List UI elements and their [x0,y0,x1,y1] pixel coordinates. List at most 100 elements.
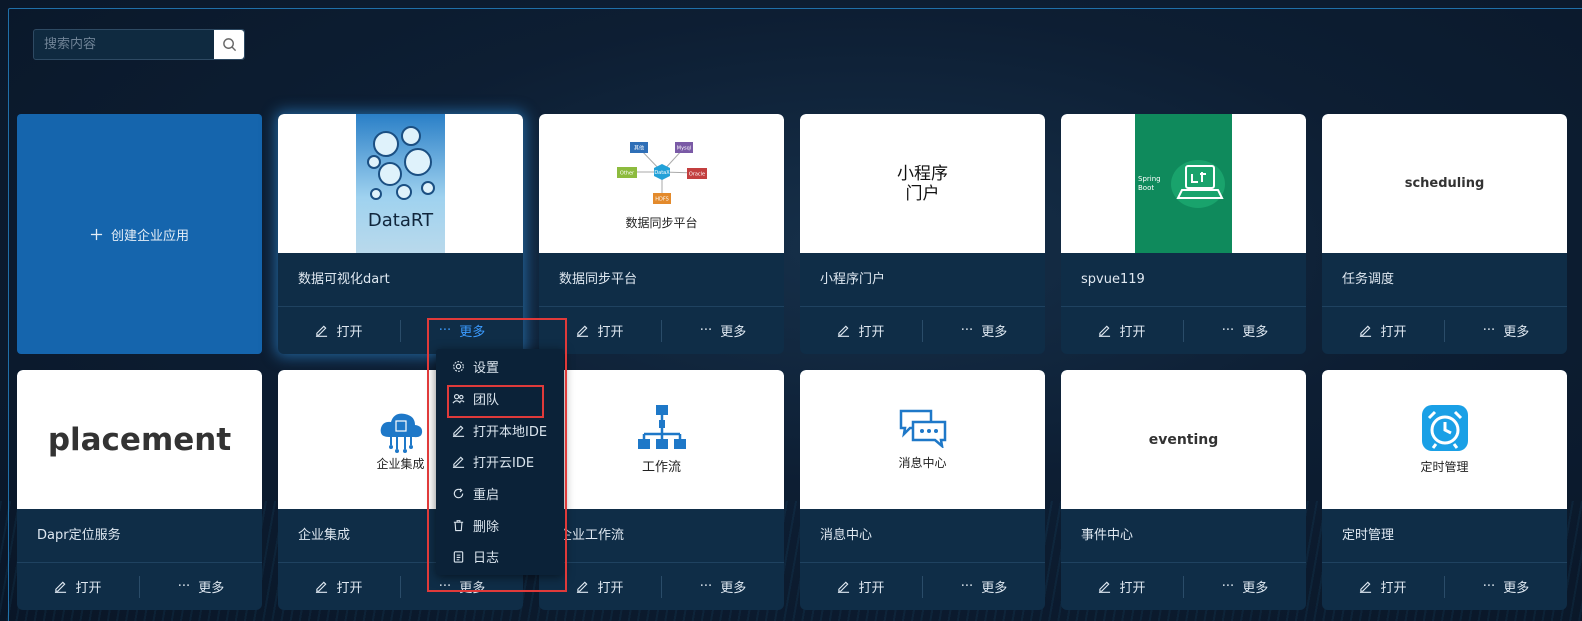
app-card-message: 消息中心 消息中心 打开 ··· 更多 [800,370,1045,610]
card-actions: 打开 ··· 更多 [539,563,784,610]
open-label: 打开 [1380,581,1407,596]
open-button[interactable]: 打开 [539,321,661,340]
card-actions: 打开 ··· 更多 [800,563,1045,610]
menu-item-restart[interactable]: 重启 [436,478,564,510]
menu-item-label: 重启 [473,488,500,504]
node-label: Mysql [676,146,690,152]
card-actions: 打开 ··· 更多 [1322,307,1567,354]
menu-item-team[interactable]: 团队 [436,383,564,415]
edit-icon [577,325,589,337]
menu-item-label: 日志 [473,551,500,567]
app-thumbnail: 小程序 门户 [800,114,1045,253]
thumb-line1: 小程序 [897,163,948,184]
open-button[interactable]: 打开 [800,577,922,596]
thumb-caption: 消息中心 [898,456,947,470]
chat-icon [899,409,946,448]
more-button[interactable]: ··· 更多 [400,575,523,598]
create-app-button[interactable]: 创建企业应用 [17,114,262,354]
open-label: 打开 [1119,325,1146,340]
open-button[interactable]: 打开 [800,321,922,340]
ellipsis-icon: ··· [1482,323,1496,338]
team-icon [452,393,465,404]
open-label: 打开 [336,581,363,596]
open-button[interactable]: 打开 [278,321,400,340]
more-button[interactable]: ··· 更多 [139,575,262,598]
open-label: 打开 [1380,325,1407,340]
more-label: 更多 [981,325,1008,340]
app-name: 数据同步平台 [539,253,784,307]
menu-item-log[interactable]: 日志 [436,541,564,573]
more-button[interactable]: ··· 更多 [1444,575,1567,598]
ellipsis-icon: ··· [1221,323,1235,338]
more-label: 更多 [720,325,747,340]
edit-icon [316,581,328,593]
app-card-scheduling: scheduling 任务调度 打开 ··· 更多 [1322,114,1567,354]
ellipsis-icon: ··· [1482,579,1496,594]
more-label: 更多 [459,581,486,596]
more-button[interactable]: ··· 更多 [922,319,1045,342]
thumb-line2: 门户 [905,183,940,204]
edit-icon [1360,325,1372,337]
more-button[interactable]: ··· 更多 [661,575,784,598]
open-button[interactable]: 打开 [1061,321,1183,340]
ellipsis-icon: ··· [177,579,191,594]
menu-item-label: 删除 [473,519,500,535]
card-actions: 打开 ··· 更多 [1061,563,1306,610]
card-actions: 打开 ··· 更多 [1322,563,1567,610]
ellipsis-icon: ··· [438,323,452,338]
search-button[interactable] [214,30,244,59]
open-label: 打开 [858,325,885,340]
more-label: 更多 [720,581,747,596]
node-label: HDFS [655,197,669,203]
card-actions: 打开 ··· 更多 [800,307,1045,354]
card-actions: 打开 ··· 更多 [1061,307,1306,354]
menu-item-label: 打开云IDE [473,456,535,472]
more-label: 更多 [198,581,225,596]
app-name: 定时管理 [1322,509,1567,563]
open-button[interactable]: 打开 [1322,577,1444,596]
app-thumbnail: scheduling [1322,114,1567,253]
card-actions: 打开 ··· 更多 [17,563,262,610]
more-button[interactable]: ··· 更多 [1183,319,1306,342]
more-button[interactable]: ··· 更多 [661,319,784,342]
thumb-caption: 数据同步平台 [625,216,698,230]
thumb-caption: 定时管理 [1420,460,1469,474]
more-button[interactable]: ··· 更多 [922,575,1045,598]
ellipsis-icon: ··· [699,579,713,594]
open-button[interactable]: 打开 [17,577,139,596]
search-box [33,29,245,60]
log-icon [453,551,464,564]
open-button[interactable]: 打开 [278,577,400,596]
app-name: spvue119 [1061,253,1306,307]
search-input[interactable] [34,30,214,59]
thumb-caption: 企业集成 [376,457,425,471]
more-button[interactable]: ··· 更多 [1444,319,1567,342]
app-thumbnail: 工作流 [539,370,784,509]
menu-item-open-local-ide[interactable]: 打开本地IDE [436,414,564,446]
more-button[interactable]: ··· 更多 [1183,575,1306,598]
datax-diagram: 其他 Mysql Other DataX Oracle HDFS [616,142,707,204]
edit-icon [1099,325,1111,337]
app-thumbnail: placement [17,370,262,509]
edit-icon [452,425,465,437]
thumb-word: placement [47,421,232,458]
menu-item-settings[interactable]: 设置 [436,351,564,383]
ellipsis-icon: ··· [438,579,452,594]
menu-item-open-cloud-ide[interactable]: 打开云IDE [436,446,564,478]
app-thumbnail: 定时管理 [1322,370,1567,509]
menu-item-label: 打开本地IDE [473,424,548,440]
app-card-spvue119: Spring Boot spvue119 打开 ··· 更多 [1061,114,1306,354]
menu-item-delete[interactable]: 删除 [436,509,564,541]
restart-icon [453,488,464,499]
open-button[interactable]: 打开 [1061,577,1183,596]
alarm-clock-icon [1421,405,1468,451]
app-card-placement: placement Dapr定位服务 打开 ··· 更多 [17,370,262,610]
edit-icon [55,581,67,593]
app-name: 任务调度 [1322,253,1567,307]
more-label: 更多 [981,581,1008,596]
open-button[interactable]: 打开 [1322,321,1444,340]
ellipsis-icon: ··· [960,579,974,594]
ellipsis-icon: ··· [960,323,974,338]
more-button[interactable]: ··· 更多 [400,319,523,342]
open-button[interactable]: 打开 [539,577,661,596]
